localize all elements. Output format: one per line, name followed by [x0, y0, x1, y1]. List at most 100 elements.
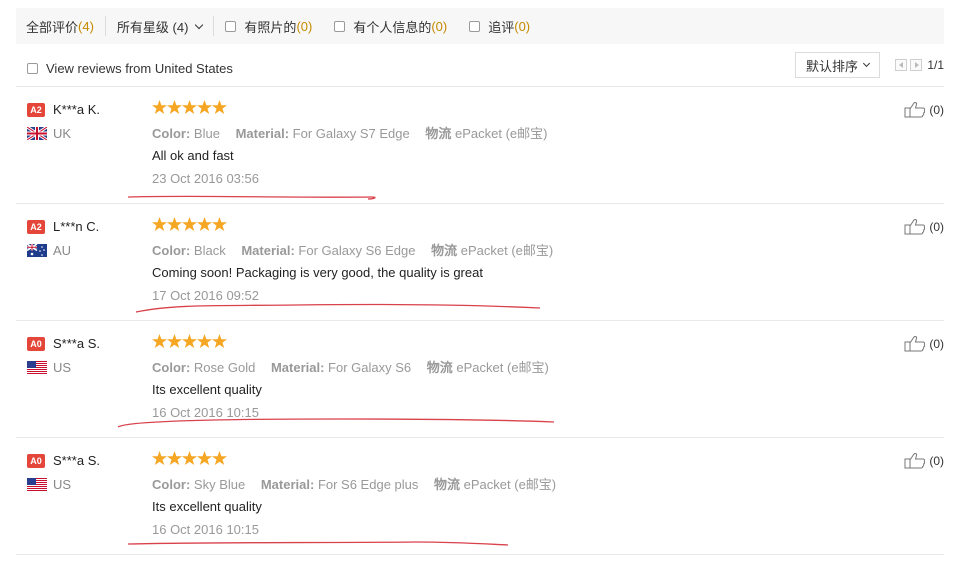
- helpful-count: (0): [929, 219, 944, 234]
- review-item: A0 S***a S. US Color: Sky Blue Material:…: [16, 438, 944, 555]
- shipping-value: ePacket (e邮宝): [460, 243, 554, 258]
- review-text: All ok and fast: [152, 148, 234, 163]
- personal-info-count: (0): [431, 18, 448, 34]
- review-date: 17 Oct 2016 09:52: [152, 288, 259, 303]
- filter-divider: [104, 16, 106, 36]
- material-value: For Galaxy S6 Edge: [298, 243, 416, 258]
- star-rating: [152, 100, 227, 114]
- thumbs-up-icon: [904, 453, 926, 469]
- product-specs: Color: Sky Blue Material: For S6 Edge pl…: [152, 474, 556, 493]
- review-toolbar: View reviews from United States 默认排序 1/1: [16, 50, 944, 86]
- helpful-count: (0): [929, 102, 944, 117]
- filter-divider: [213, 16, 215, 36]
- star-rating: [152, 334, 227, 348]
- material-label: Material:: [270, 360, 325, 375]
- us-flag-icon: [27, 478, 47, 491]
- shipping-label: 物流: [425, 126, 452, 141]
- helpful-button[interactable]: (0): [904, 218, 944, 235]
- shipping-label: 物流: [434, 477, 461, 492]
- reviewer-name: K***a K.: [53, 102, 100, 117]
- helpful-button[interactable]: (0): [904, 335, 944, 352]
- helpful-button[interactable]: (0): [904, 452, 944, 469]
- reviewer-country: US: [53, 477, 72, 492]
- buyer-level-badge: A0: [27, 454, 45, 468]
- shipping-value: ePacket (e邮宝): [456, 360, 549, 375]
- prev-page-button[interactable]: [895, 59, 908, 71]
- filter-with-personal-info[interactable]: 有个人信息的 (0): [334, 17, 447, 36]
- next-page-button[interactable]: [910, 59, 923, 71]
- chevron-down-icon: [862, 59, 871, 68]
- star-rating-select-label: 所有星级 (4): [116, 19, 189, 35]
- material-label: Material:: [235, 126, 290, 141]
- color-value: Sky Blue: [193, 477, 246, 492]
- filter-additional-reviews[interactable]: 追评 (0): [469, 17, 530, 36]
- uk-flag-icon: [27, 127, 47, 140]
- color-label: Color:: [152, 360, 191, 375]
- reviewer-country: US: [53, 360, 72, 375]
- buyer-level-badge: A2: [27, 220, 45, 234]
- buyer-level-badge: A2: [27, 103, 45, 117]
- review-item: A2 K***a K. UK Color: Blue Material: For…: [16, 87, 944, 204]
- product-specs: Color: Blue Material: For Galaxy S7 Edge…: [152, 123, 547, 142]
- filter-with-photos[interactable]: 有照片的 (0): [225, 17, 312, 36]
- filter-all-count: (4): [78, 18, 94, 34]
- page-indicator: 1/1: [927, 58, 944, 72]
- personal-info-checkbox[interactable]: [334, 20, 346, 32]
- review-item: A2 L***n C. AU Color: Black Material: Fo…: [16, 204, 944, 321]
- star-rating: [152, 217, 227, 231]
- helpful-button[interactable]: (0): [904, 101, 944, 118]
- reviewer-name: L***n C.: [53, 219, 100, 234]
- material-value: For Galaxy S6: [328, 360, 412, 375]
- reviewer-country: UK: [53, 126, 72, 141]
- helpful-count: (0): [929, 453, 944, 468]
- color-value: Black: [193, 243, 226, 258]
- material-value: For Galaxy S7 Edge: [292, 126, 410, 141]
- photos-checkbox[interactable]: [225, 20, 237, 32]
- pagination: 1/1: [895, 58, 944, 72]
- photos-count: (0): [296, 18, 313, 34]
- additional-reviews-checkbox[interactable]: [469, 20, 481, 32]
- review-date: 16 Oct 2016 10:15: [152, 405, 259, 420]
- star-rating-select[interactable]: 所有星级 (4): [116, 17, 204, 36]
- thumbs-up-icon: [904, 219, 926, 235]
- au-flag-icon: [27, 244, 47, 257]
- review-text: Its excellent quality: [152, 382, 262, 397]
- star-rating: [152, 451, 227, 465]
- product-specs: Color: Black Material: For Galaxy S6 Edg…: [152, 240, 553, 259]
- buyer-level-badge: A0: [27, 337, 45, 351]
- product-specs: Color: Rose Gold Material: For Galaxy S6…: [152, 357, 549, 376]
- shipping-label: 物流: [431, 243, 458, 258]
- review-item: A0 S***a S. US Color: Rose Gold Material…: [16, 321, 944, 438]
- shipping-label: 物流: [426, 360, 453, 375]
- material-label: Material:: [241, 243, 295, 258]
- thumbs-up-icon: [904, 102, 926, 118]
- color-value: Rose Gold: [193, 360, 256, 375]
- country-filter-checkbox[interactable]: [27, 62, 38, 74]
- review-date: 16 Oct 2016 10:15: [152, 522, 259, 537]
- review-text: Its excellent quality: [152, 499, 262, 514]
- chevron-down-icon: [195, 20, 204, 29]
- helpful-count: (0): [929, 336, 944, 351]
- color-label: Color:: [152, 477, 191, 492]
- color-label: Color:: [152, 243, 191, 258]
- country-filter-label: View reviews from United States: [46, 60, 233, 76]
- material-label: Material:: [260, 477, 315, 492]
- reviewer-name: S***a S.: [53, 453, 100, 468]
- filter-all-reviews[interactable]: 全部评价 (4): [26, 17, 94, 36]
- divider: [16, 554, 944, 555]
- country-filter[interactable]: View reviews from United States: [27, 61, 233, 76]
- color-value: Blue: [193, 126, 220, 141]
- sort-dropdown[interactable]: 默认排序: [794, 52, 880, 78]
- material-value: For S6 Edge plus: [317, 477, 419, 492]
- additional-reviews-label: 追评: [488, 19, 515, 35]
- reviewer-country: AU: [53, 243, 72, 258]
- sort-dropdown-label: 默认排序: [805, 58, 858, 74]
- us-flag-icon: [27, 361, 47, 374]
- review-text: Coming soon! Packaging is very good, the…: [152, 265, 483, 280]
- shipping-value: ePacket (e邮宝): [454, 126, 548, 141]
- filter-all-label: 全部评价: [26, 19, 79, 35]
- photos-label: 有照片的: [244, 19, 297, 35]
- additional-reviews-count: (0): [514, 18, 531, 34]
- personal-info-label: 有个人信息的: [353, 19, 432, 35]
- reviewer-name: S***a S.: [53, 336, 100, 351]
